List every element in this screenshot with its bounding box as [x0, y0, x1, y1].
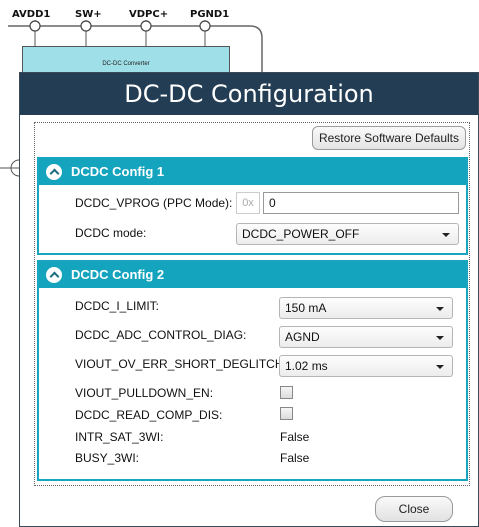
pulldown-en-label: VIOUT_PULLDOWN_EN:: [75, 386, 214, 400]
collapse-chevron-icon[interactable]: [46, 267, 62, 283]
close-button[interactable]: Close: [375, 496, 453, 522]
dcdc-mode-value: DCDC_POWER_OFF: [242, 227, 360, 241]
dcdc-mode-select[interactable]: DCDC_POWER_OFF: [236, 223, 459, 245]
adc-control-diag-value: AGND: [285, 330, 320, 344]
busy-3wi-label: BUSY_3WI:: [75, 451, 140, 465]
read-comp-dis-checkbox[interactable]: [280, 407, 293, 420]
intr-sat-value: False: [280, 430, 310, 444]
dcdc-configuration-dialog: DC-DC Configuration Restore Software Def…: [19, 72, 479, 527]
section-header-dcdc-config-1[interactable]: DCDC Config 1: [39, 159, 466, 185]
pulldown-en-checkbox[interactable]: [280, 386, 293, 399]
i-limit-select[interactable]: 150 mA: [279, 297, 453, 319]
i-limit-value: 150 mA: [285, 301, 327, 315]
vprog-hex-prefix: 0x: [236, 192, 260, 214]
pin-label-vdpc: VDPC+: [129, 9, 169, 20]
dcdc-converter-label: DC-DC Converter: [102, 61, 150, 67]
section-dcdc-config-1: DCDC Config 1 DCDC_VPROG (PPC Mode): 0x …: [37, 157, 468, 255]
dcdc-mode-label: DCDC mode:: [75, 226, 147, 240]
section-title: DCDC Config 1: [71, 164, 165, 179]
ov-err-deglitch-select[interactable]: 1.02 ms: [279, 355, 453, 377]
pin-label-avdd1: AVDD1: [12, 9, 51, 20]
busy-3wi-value: False: [280, 451, 310, 465]
adc-control-diag-select[interactable]: AGND: [279, 326, 453, 348]
dialog-content: Restore Software Defaults DCDC Config 1 …: [34, 122, 470, 486]
pin-label-pgnd1: PGND1: [190, 9, 230, 20]
chevron-down-icon: [436, 365, 444, 369]
ov-err-deglitch-value: 1.02 ms: [285, 359, 328, 373]
section-dcdc-config-2: DCDC Config 2 DCDC_I_LIMIT: 150 mA DCDC_…: [37, 260, 468, 481]
i-limit-label: DCDC_I_LIMIT:: [75, 299, 160, 313]
vprog-label: DCDC_VPROG (PPC Mode):: [75, 196, 233, 210]
section-title: DCDC Config 2: [71, 267, 165, 282]
vprog-input[interactable]: 0: [263, 192, 459, 214]
ov-err-deglitch-label: VIOUT_OV_ERR_SHORT_DEGLITCH:: [75, 357, 287, 371]
chevron-down-icon: [442, 233, 450, 237]
chevron-down-icon: [436, 336, 444, 340]
section-header-dcdc-config-2[interactable]: DCDC Config 2: [39, 262, 466, 288]
intr-sat-label: INTR_SAT_3WI:: [75, 430, 164, 444]
chevron-down-icon: [436, 307, 444, 311]
collapse-chevron-icon[interactable]: [46, 164, 62, 180]
restore-defaults-button[interactable]: Restore Software Defaults: [311, 126, 466, 150]
pin-label-sw: SW+: [75, 9, 102, 20]
adc-control-diag-label: DCDC_ADC_CONTROL_DIAG:: [75, 328, 247, 342]
read-comp-dis-label: DCDC_READ_COMP_DIS:: [75, 408, 223, 422]
dialog-title: DC-DC Configuration: [20, 73, 478, 115]
